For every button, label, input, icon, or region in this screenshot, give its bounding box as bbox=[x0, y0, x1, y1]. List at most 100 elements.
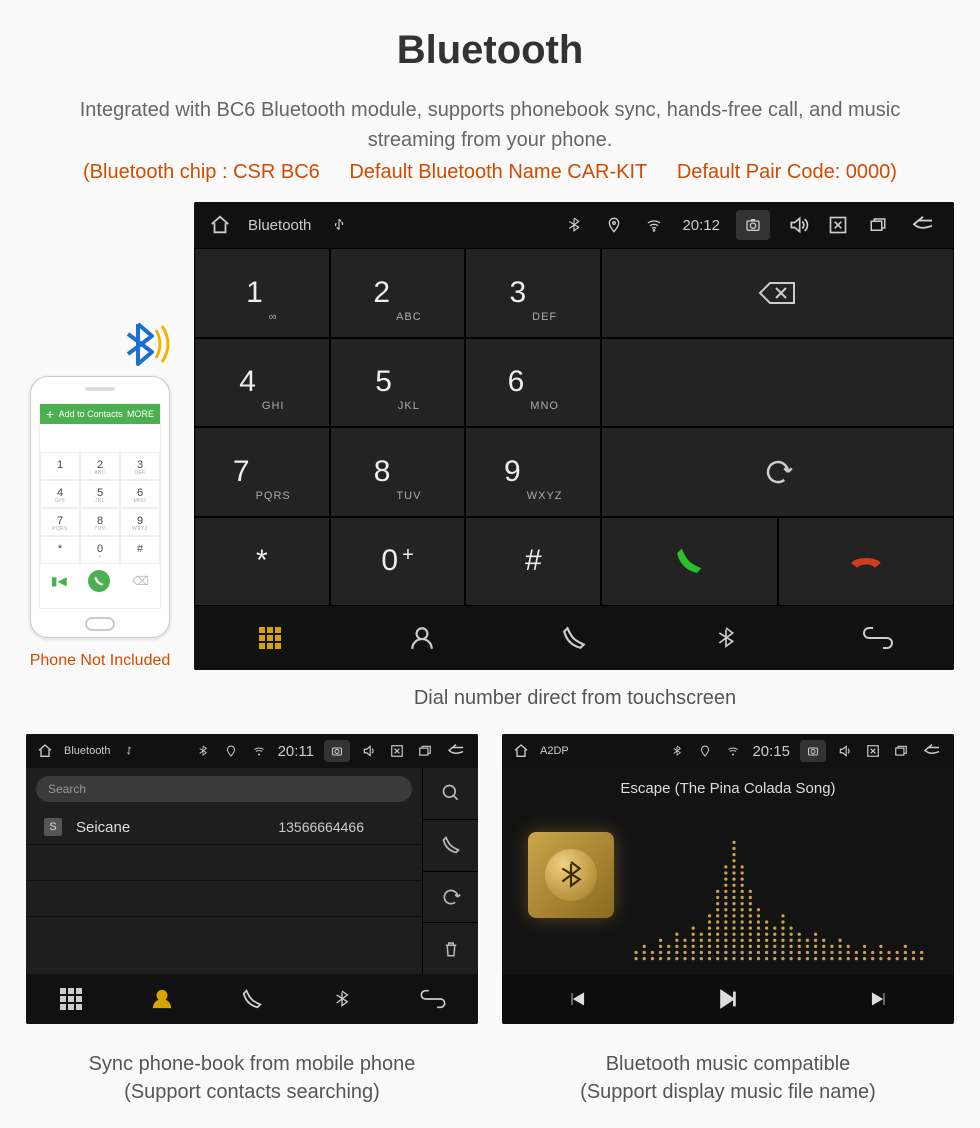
tab-calllog[interactable] bbox=[498, 606, 650, 670]
tab-dialpad[interactable] bbox=[194, 606, 346, 670]
home-icon[interactable] bbox=[512, 743, 530, 759]
bluetooth-music-icon bbox=[545, 849, 597, 901]
camera-icon[interactable] bbox=[800, 740, 826, 762]
camera-icon[interactable] bbox=[324, 740, 350, 762]
link-icon bbox=[863, 626, 893, 650]
key-4[interactable]: 4GHI bbox=[194, 338, 330, 428]
contact-row-empty bbox=[26, 917, 422, 953]
dialpad-icon bbox=[259, 627, 281, 649]
tab-contacts[interactable] bbox=[346, 606, 498, 670]
status-title: A2DP bbox=[540, 745, 569, 757]
close-app-icon[interactable] bbox=[388, 744, 406, 758]
search-input[interactable]: Search bbox=[36, 776, 412, 802]
side-search-button[interactable] bbox=[423, 768, 478, 820]
home-icon[interactable] bbox=[208, 214, 232, 236]
key-5[interactable]: 5JKL bbox=[330, 338, 466, 428]
play-pause-button[interactable] bbox=[653, 974, 804, 1024]
location-icon bbox=[696, 744, 714, 758]
tab-dialpad[interactable] bbox=[26, 974, 116, 1024]
phone-bar-label: Add to Contacts bbox=[59, 409, 123, 419]
recent-apps-icon[interactable] bbox=[416, 744, 434, 758]
phone-key: 2ABC bbox=[80, 452, 120, 480]
key-7[interactable]: 7PQRS bbox=[194, 427, 330, 517]
status-title: Bluetooth bbox=[64, 745, 110, 757]
tab-bluetooth[interactable] bbox=[650, 606, 802, 670]
usb-icon bbox=[327, 216, 351, 234]
wifi-icon bbox=[642, 217, 666, 233]
status-bar: Bluetooth 20:12 bbox=[194, 202, 954, 248]
location-icon bbox=[222, 744, 240, 758]
key-hangup[interactable] bbox=[778, 517, 954, 607]
phone-bar-more: MORE bbox=[127, 409, 154, 419]
status-time: 20:11 bbox=[278, 743, 314, 760]
volume-icon[interactable] bbox=[836, 744, 854, 758]
tab-contacts[interactable] bbox=[116, 974, 206, 1024]
tab-pair[interactable] bbox=[388, 974, 478, 1024]
phone-key: 7PQRS bbox=[40, 508, 80, 536]
track-title: Escape (The Pina Colada Song) bbox=[502, 768, 954, 797]
key-backspace[interactable] bbox=[601, 248, 954, 338]
volume-icon[interactable] bbox=[786, 215, 810, 235]
key-8[interactable]: 8TUV bbox=[330, 427, 466, 517]
bluetooth-signal-icon bbox=[118, 316, 174, 372]
contact-row[interactable]: S Seicane 13566664466 bbox=[26, 810, 422, 845]
close-app-icon[interactable] bbox=[864, 744, 882, 758]
phone-note: Phone Not Included bbox=[30, 652, 171, 670]
tab-bluetooth[interactable] bbox=[297, 974, 387, 1024]
recent-apps-icon[interactable] bbox=[866, 216, 890, 234]
back-icon[interactable] bbox=[920, 744, 944, 758]
tab-calllog[interactable] bbox=[207, 974, 297, 1024]
side-call-button[interactable] bbox=[423, 820, 478, 872]
bluetooth-status-icon bbox=[562, 215, 586, 235]
contact-row-empty bbox=[26, 845, 422, 881]
wifi-icon bbox=[724, 745, 742, 757]
status-title: Bluetooth bbox=[248, 217, 311, 234]
key-star[interactable]: * bbox=[194, 517, 330, 607]
phone-call-button bbox=[88, 570, 110, 592]
spec-chip: (Bluetooth chip : CSR BC6 bbox=[83, 161, 320, 183]
key-0[interactable]: 0+ bbox=[330, 517, 466, 607]
key-call[interactable] bbox=[601, 517, 777, 607]
side-sync-button[interactable] bbox=[423, 872, 478, 924]
next-button[interactable] bbox=[803, 974, 954, 1024]
recent-apps-icon[interactable] bbox=[892, 744, 910, 758]
usb-icon bbox=[120, 744, 138, 758]
back-icon[interactable] bbox=[906, 216, 940, 234]
contact-number: 13566664466 bbox=[278, 819, 364, 835]
spec-code: Default Pair Code: 0000) bbox=[677, 161, 897, 183]
home-icon[interactable] bbox=[36, 743, 54, 759]
key-6[interactable]: 6MNO bbox=[465, 338, 601, 428]
phone-key: 3DEF bbox=[120, 452, 160, 480]
prev-button[interactable] bbox=[502, 974, 653, 1024]
key-3[interactable]: 3DEF bbox=[465, 248, 601, 338]
back-icon[interactable] bbox=[444, 744, 468, 758]
side-delete-button[interactable] bbox=[423, 923, 478, 974]
phone-key: # bbox=[120, 536, 160, 564]
phone-video-icon: ▮◀ bbox=[51, 574, 67, 588]
phonebook-caption: Sync phone-book from mobile phone(Suppor… bbox=[26, 1050, 478, 1106]
close-app-icon[interactable] bbox=[826, 215, 850, 235]
phone-key: 4GHI bbox=[40, 480, 80, 508]
location-icon bbox=[602, 215, 626, 235]
phone-key: 8TUV bbox=[80, 508, 120, 536]
tab-pair[interactable] bbox=[802, 606, 954, 670]
dialpad-icon bbox=[60, 988, 82, 1010]
phone-key: 0+ bbox=[80, 536, 120, 564]
key-9[interactable]: 9WXYZ bbox=[465, 427, 601, 517]
bluetooth-icon bbox=[716, 624, 736, 652]
key-2[interactable]: 2ABC bbox=[330, 248, 466, 338]
camera-icon[interactable] bbox=[736, 210, 770, 240]
link-icon bbox=[420, 989, 446, 1009]
page-title: Bluetooth bbox=[0, 0, 980, 73]
contact-name: Seicane bbox=[76, 819, 130, 836]
key-hash[interactable]: # bbox=[465, 517, 601, 607]
contact-badge: S bbox=[44, 818, 62, 836]
headunit-music: A2DP 20:15 Escape (The Pina Colada Song) bbox=[502, 734, 954, 1024]
phone-backspace-icon: ⌫ bbox=[132, 574, 149, 588]
phone-icon bbox=[561, 625, 587, 651]
key-redial[interactable] bbox=[601, 427, 954, 517]
status-bar: Bluetooth 20:11 bbox=[26, 734, 478, 768]
status-bar: A2DP 20:15 bbox=[502, 734, 954, 768]
key-1[interactable]: 1∞ bbox=[194, 248, 330, 338]
volume-icon[interactable] bbox=[360, 744, 378, 758]
